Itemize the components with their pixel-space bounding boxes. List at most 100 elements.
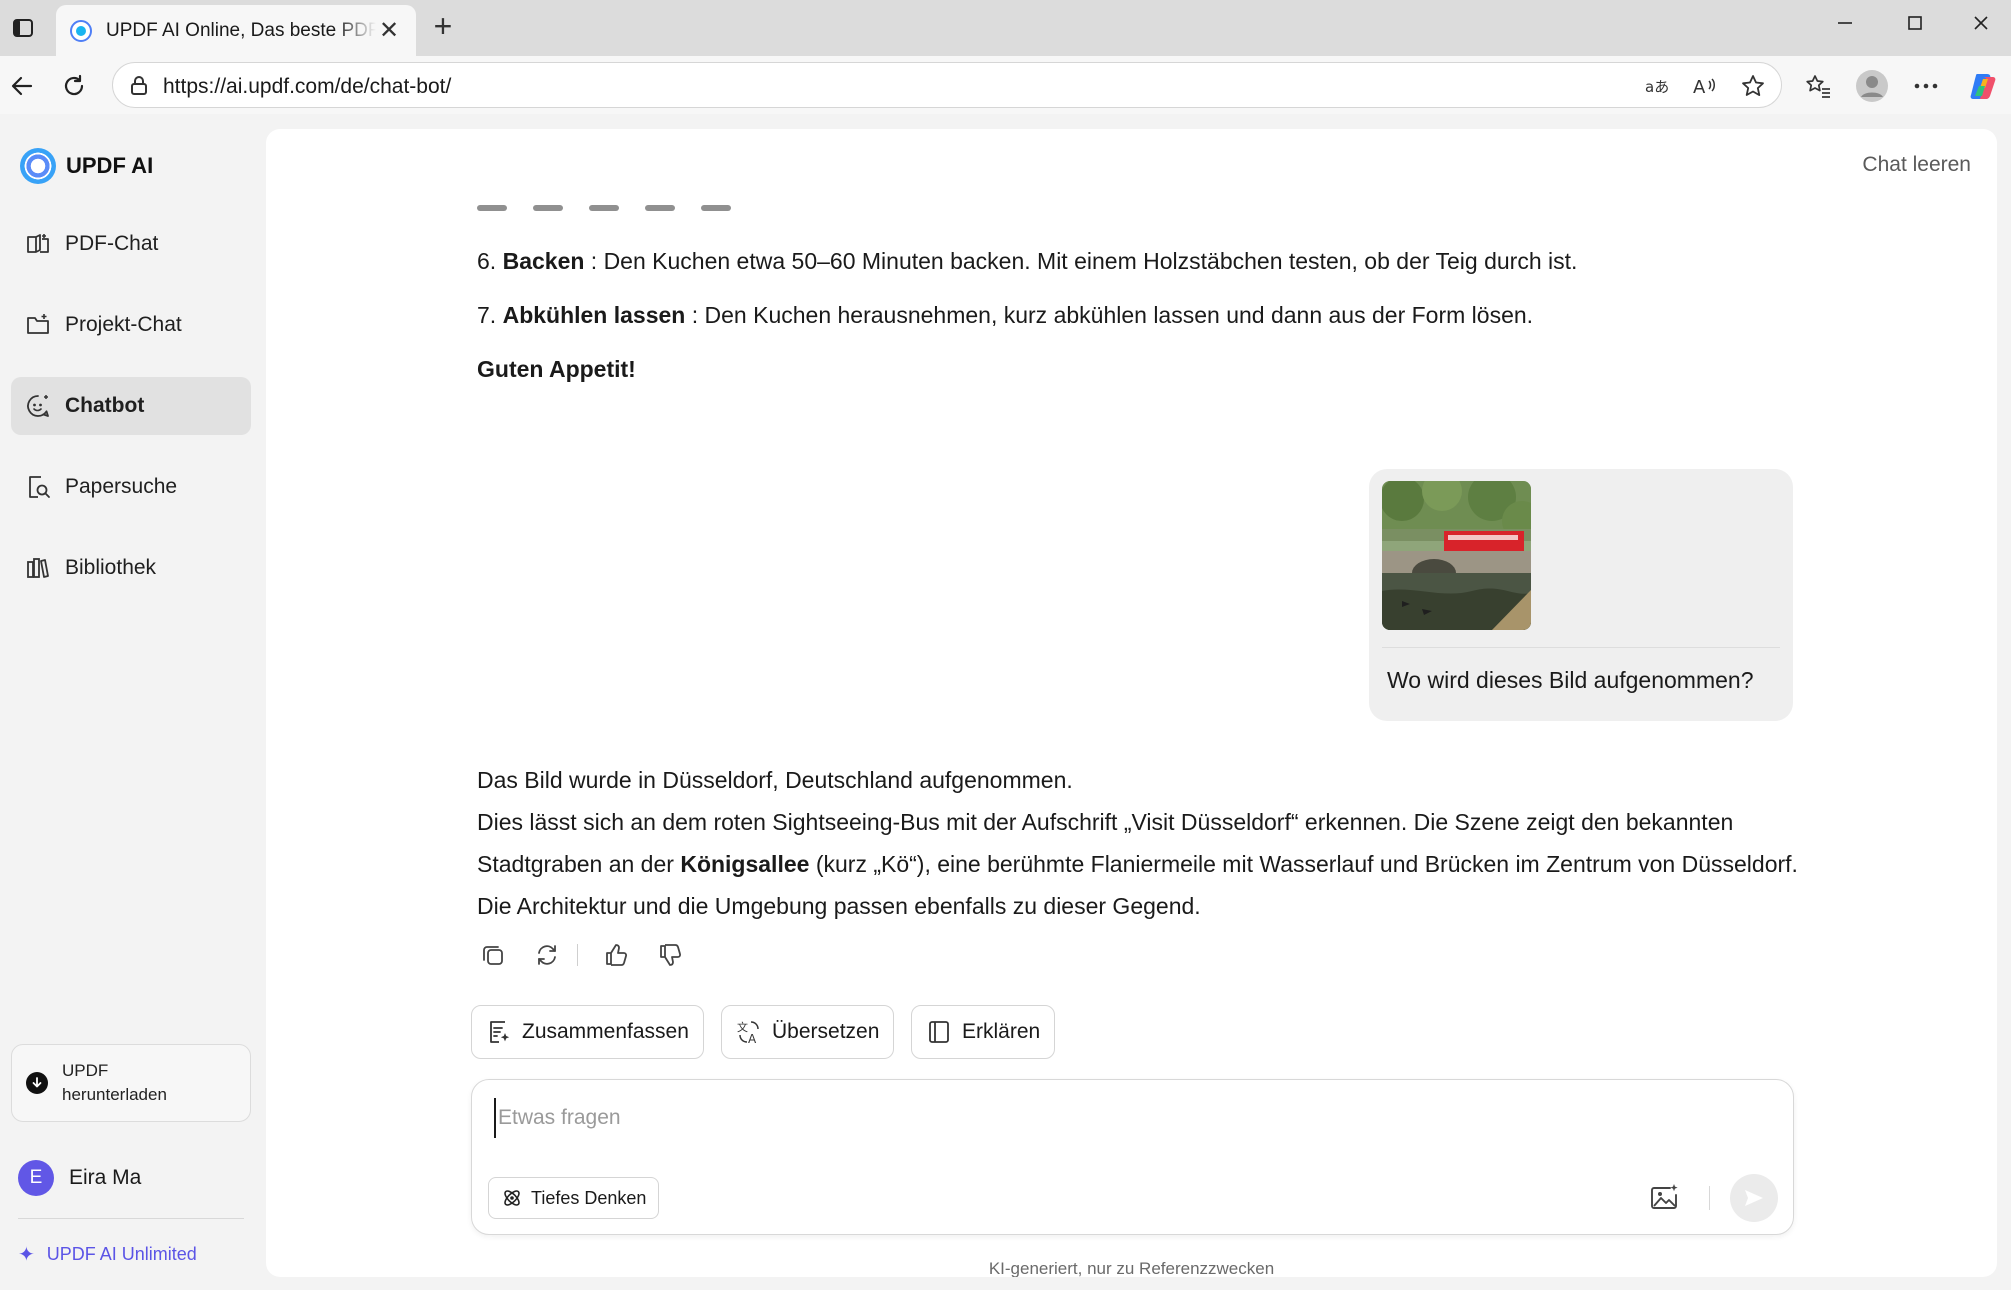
step-number: 6. <box>477 248 497 274</box>
chatbot-icon <box>27 395 49 417</box>
summarize-icon <box>490 1021 510 1043</box>
more-options-icon[interactable] <box>1908 68 1944 104</box>
sparkle-icon: ✦ <box>18 1244 35 1266</box>
answer-line-1: Das Bild wurde in Düsseldorf, Deutschlan… <box>477 767 1073 793</box>
explain-label: Erklären <box>962 1020 1041 1043</box>
translate-icon[interactable]: aあ <box>1643 72 1671 100</box>
sidebar-item-label: PDF-Chat <box>65 232 159 255</box>
clear-chat-button[interactable]: Chat leeren <box>1862 153 1971 177</box>
action-separator <box>577 944 578 966</box>
browser-address-bar: https://ai.updf.com/de/chat-bot/ aあ A <box>0 56 2011 114</box>
message-input[interactable] <box>494 1098 1694 1138</box>
answer-actions <box>477 939 708 971</box>
composer-separator <box>1709 1186 1710 1210</box>
sidebar-divider <box>18 1218 244 1219</box>
browser-tab-active[interactable]: UPDF AI Online, Das beste PDF-AI ✕ <box>56 5 416 56</box>
recipe-step-7: 7. Abkühlen lassen : Den Kuchen herausne… <box>477 302 1533 329</box>
sidebar-item-bibliothek[interactable]: Bibliothek <box>11 539 251 597</box>
tab-title: UPDF AI Online, Das beste PDF-AI <box>106 19 376 41</box>
upgrade-unlimited-link[interactable]: ✦ UPDF AI Unlimited <box>18 1242 197 1267</box>
answer-paragraph: Dies lässt sich an dem roten Sightseeing… <box>477 801 1807 927</box>
url-field[interactable]: https://ai.updf.com/de/chat-bot/ aあ A <box>112 62 1782 108</box>
atom-icon <box>504 1190 520 1206</box>
deep-think-label: Tiefes Denken <box>531 1187 647 1208</box>
favorite-star-icon[interactable] <box>1739 72 1767 100</box>
browser-tab-bar: UPDF AI Online, Das beste PDF-AI ✕ + <box>0 0 2011 56</box>
sidebar-item-projekt-chat[interactable]: Projekt-Chat <box>11 296 251 354</box>
step-title: Abkühlen lassen <box>502 302 686 328</box>
send-icon <box>1745 1190 1763 1206</box>
bubble-divider <box>1382 647 1780 648</box>
new-tab-icon[interactable]: + <box>426 10 460 44</box>
download-label: UPDF herunterladen <box>62 1061 167 1104</box>
ai-disclaimer: KI-generiert, nur zu Referenzzwecken <box>988 1259 1275 1277</box>
svg-text:aあ: aあ <box>1645 78 1669 96</box>
sidebar-item-label: Papersuche <box>65 475 178 498</box>
message-composer: Tiefes Denken <box>471 1079 1794 1235</box>
regenerate-icon[interactable] <box>531 939 563 971</box>
tab-actions-icon[interactable] <box>6 11 40 45</box>
ai-answer: Das Bild wurde in Düsseldorf, Deutschlan… <box>477 759 1807 927</box>
closing-line: Guten Appetit! <box>477 356 636 382</box>
explain-book-icon <box>929 1021 949 1043</box>
reload-icon[interactable] <box>56 68 92 104</box>
url-text: https://ai.updf.com/de/chat-bot/ <box>163 75 452 98</box>
copilot-icon[interactable] <box>1966 68 2002 104</box>
step-text: : Den Kuchen herausnehmen, kurz abkühlen… <box>685 302 1534 328</box>
back-arrow-icon[interactable] <box>4 68 40 104</box>
unlimited-label: UPDF AI Unlimited <box>46 1244 197 1264</box>
folder-icon <box>27 314 49 334</box>
chat-panel: Chat leeren 6. Backen : Den Kuchen etwa … <box>266 129 1997 1277</box>
svg-text:A: A <box>1693 77 1706 97</box>
send-button[interactable] <box>1730 1174 1778 1222</box>
avatar: E <box>18 1160 54 1196</box>
download-updf-button[interactable]: UPDF herunterladen <box>11 1044 251 1122</box>
tab-close-icon[interactable]: ✕ <box>376 16 402 45</box>
brand[interactable]: UPDF AI <box>20 148 153 184</box>
updf-ai-logo-icon <box>20 148 56 184</box>
maximize-icon[interactable] <box>1880 0 1950 46</box>
sidebar-item-chatbot[interactable]: Chatbot <box>11 377 251 435</box>
sidebar-item-label: Chatbot <box>65 394 145 417</box>
step-text: : Den Kuchen etwa 50–60 Minuten backen. … <box>584 248 1578 274</box>
thumbs-up-icon[interactable] <box>600 939 632 971</box>
uploaded-image-thumbnail[interactable] <box>1382 481 1531 630</box>
truncated-previous-line <box>477 193 1077 213</box>
lock-icon[interactable] <box>127 74 151 98</box>
copy-icon[interactable] <box>477 939 509 971</box>
explain-button[interactable]: Erklären <box>911 1005 1056 1059</box>
profile-avatar-icon[interactable] <box>1854 68 1890 104</box>
sidebar-item-pdf-chat[interactable]: PDF-Chat <box>11 215 251 273</box>
recipe-step-6: 6. Backen : Den Kuchen etwa 50–60 Minute… <box>477 248 1577 275</box>
minimize-icon[interactable] <box>1810 0 1880 46</box>
page: UPDF AI PDF-Chat Projekt-Chat Chatbot Pa… <box>0 114 2011 1290</box>
user-question-text: Wo wird dieses Bild aufgenommen? <box>1387 667 1754 693</box>
translate-label: Übersetzen <box>772 1020 880 1043</box>
sidebar: UPDF AI PDF-Chat Projekt-Chat Chatbot Pa… <box>0 114 260 1290</box>
answer-bold-text: Königsallee <box>680 851 810 877</box>
image-upload-icon[interactable] <box>1648 1181 1682 1215</box>
step-title: Backen <box>502 248 585 274</box>
close-window-icon[interactable] <box>1946 0 2011 46</box>
download-arrow-icon <box>26 1072 48 1094</box>
updf-favicon-icon <box>70 19 92 42</box>
user-profile[interactable]: E Eira Ma <box>18 1160 141 1196</box>
thumbs-down-icon[interactable] <box>654 939 686 971</box>
summarize-label: Zusammenfassen <box>522 1020 689 1043</box>
svg-text:文: 文 <box>737 1020 748 1034</box>
svg-text:A: A <box>748 1032 757 1045</box>
library-icon <box>27 558 49 578</box>
translate-button[interactable]: 文A Übersetzen <box>721 1005 895 1059</box>
brand-name: UPDF AI <box>66 153 154 178</box>
deep-think-toggle[interactable]: Tiefes Denken <box>488 1177 660 1219</box>
read-aloud-icon[interactable]: A <box>1691 72 1719 100</box>
step-number: 7. <box>477 302 497 328</box>
user-message-bubble: Wo wird dieses Bild aufgenommen? <box>1369 469 1793 721</box>
summarize-button[interactable]: Zusammenfassen <box>471 1005 704 1059</box>
sidebar-item-label: Projekt-Chat <box>65 313 182 336</box>
book-open-icon <box>27 234 49 253</box>
sidebar-item-papersuche[interactable]: Papersuche <box>11 458 251 516</box>
translate-language-icon: 文A <box>737 1020 759 1045</box>
user-name: Eira Ma <box>69 1166 142 1189</box>
favorites-list-icon[interactable] <box>1800 68 1836 104</box>
